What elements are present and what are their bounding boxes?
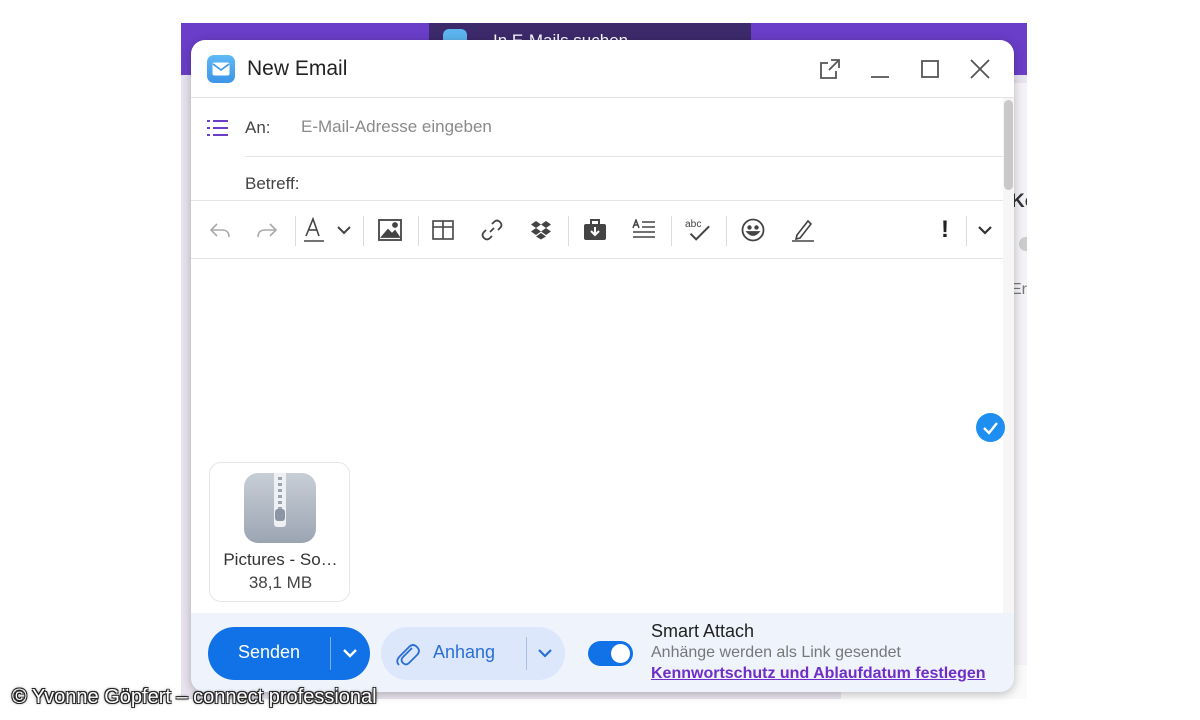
spellcheck-text: abc (685, 219, 701, 230)
toolbar-divider (418, 216, 419, 246)
scrollbar[interactable] (1003, 98, 1014, 650)
insert-image-icon[interactable] (377, 217, 403, 243)
paperclip-icon (396, 644, 420, 666)
to-label: An: (245, 118, 271, 137)
attachment-size: 38,1 MB (248, 573, 313, 592)
check-icon (976, 413, 1005, 442)
attach-label: Anhang (433, 642, 496, 662)
compose-footer: Senden Anhang Smart Attach Anhänge werde… (191, 613, 1014, 692)
priority-icon[interactable]: ! (932, 216, 958, 243)
dialog-titlebar: New Email (191, 40, 1014, 98)
zip-archive-icon (244, 473, 316, 543)
subject-label[interactable]: Betreff: (245, 174, 300, 194)
attachment-name: Pictures - So… (223, 550, 338, 569)
send-label: Senden (237, 642, 301, 662)
format-toolbar: abc ! (191, 200, 1003, 259)
smart-attach-subtitle: Anhänge werden als Link gesendet (651, 644, 901, 661)
maximize-icon[interactable] (917, 56, 943, 82)
popout-icon[interactable] (817, 56, 843, 82)
background-dot (1019, 237, 1027, 251)
divider (245, 156, 1003, 157)
background-panel (1013, 83, 1027, 699)
send-button[interactable]: Senden (208, 627, 370, 680)
to-input[interactable] (301, 112, 901, 142)
smart-attach-toggle[interactable] (588, 641, 633, 666)
send-options-button[interactable] (331, 627, 370, 680)
dialog-title: New Email (247, 57, 348, 80)
chevron-down-icon[interactable] (331, 217, 357, 243)
compose-dialog: New Email An: Betreff: (191, 40, 1014, 692)
mail-icon (207, 55, 235, 83)
toolbar-divider (726, 216, 727, 246)
font-color-icon[interactable] (301, 217, 327, 243)
attach-options-button[interactable] (527, 627, 565, 680)
redo-icon[interactable] (254, 217, 280, 243)
more-options-icon[interactable] (972, 217, 998, 243)
attachment-card[interactable]: Pictures - So… 38,1 MB (209, 462, 350, 602)
toggle-knob (611, 644, 630, 663)
smart-attach-title: Smart Attach (651, 621, 755, 641)
toolbar-divider (966, 216, 967, 246)
insert-link-icon[interactable] (479, 217, 505, 243)
scrollbar-thumb[interactable] (1004, 100, 1013, 190)
toolbar-divider (295, 216, 296, 246)
toolbar-divider (363, 216, 364, 246)
insert-from-cloud-icon[interactable] (582, 217, 608, 243)
toolbar-divider (568, 216, 569, 246)
text-format-icon[interactable] (631, 217, 657, 243)
dropbox-icon[interactable] (528, 217, 554, 243)
signature-icon[interactable] (790, 217, 816, 243)
password-expiry-link[interactable]: Kennwortschutz und Ablaufdatum festlegen (651, 665, 986, 683)
recipient-row: An: (191, 100, 1014, 156)
image-credit: © Yvonne Göpfert – connect professional (12, 686, 377, 708)
contact-list-icon[interactable] (207, 119, 229, 142)
toolbar-divider (671, 216, 672, 246)
minimize-icon[interactable] (867, 56, 893, 82)
undo-icon[interactable] (207, 217, 233, 243)
close-icon[interactable] (967, 56, 993, 82)
spellcheck-icon[interactable]: abc (685, 217, 711, 243)
attach-button[interactable]: Anhang (381, 627, 565, 680)
insert-table-icon[interactable] (430, 217, 456, 243)
emoji-icon[interactable] (740, 217, 766, 243)
